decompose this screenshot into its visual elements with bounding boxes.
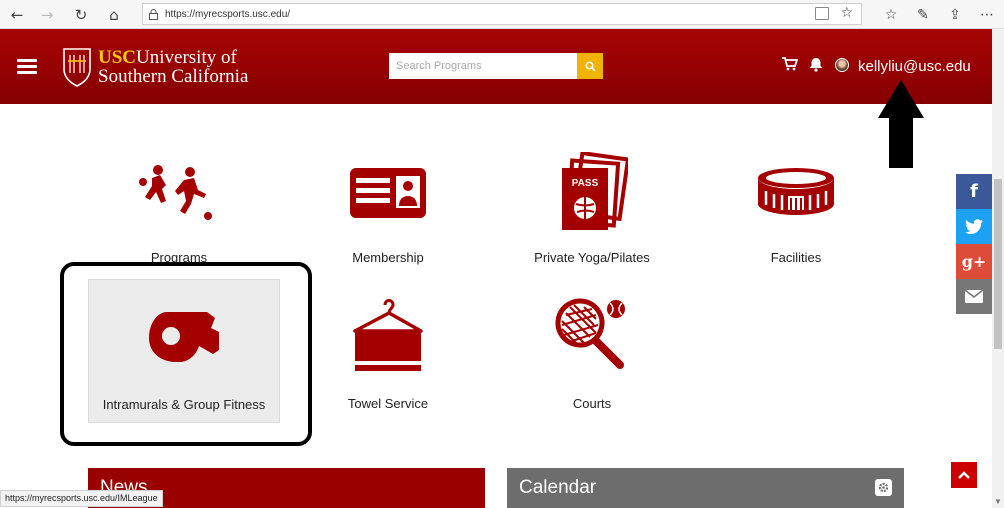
pen-notes-icon[interactable]: ✎ bbox=[912, 4, 934, 26]
tile-label: Courts bbox=[572, 396, 612, 411]
gear-icon bbox=[878, 482, 889, 493]
tennis-racket-icon bbox=[492, 297, 692, 373]
favorites-list-icon[interactable]: ☆ bbox=[880, 4, 902, 26]
search-button[interactable] bbox=[577, 53, 603, 79]
status-bar-link-preview: https://myrecsports.usc.edu/IMLeague bbox=[0, 490, 163, 507]
user-email[interactable]: kellyliu@usc.edu bbox=[858, 58, 971, 75]
tile-label: Membership bbox=[352, 250, 424, 265]
scroll-down-icon[interactable]: ▼ bbox=[994, 497, 1002, 506]
tile-label: Private Yoga/Pilates bbox=[534, 250, 650, 265]
calendar-panel: Calendar bbox=[507, 468, 904, 508]
calendar-settings-button[interactable] bbox=[875, 479, 892, 496]
tile-private-yoga-pilates[interactable]: PASS Private Yoga/Pilates bbox=[492, 150, 692, 300]
logo-line1: University of bbox=[136, 47, 237, 68]
svg-text:PASS: PASS bbox=[572, 178, 599, 189]
scroll-thumb[interactable] bbox=[994, 179, 1002, 349]
address-bar[interactable]: https://myrecsports.usc.edu/ ☆ bbox=[142, 3, 862, 25]
more-menu-icon[interactable]: ⋯ bbox=[976, 4, 998, 26]
search-input[interactable] bbox=[389, 53, 577, 79]
tile-membership[interactable]: Membership bbox=[288, 150, 488, 300]
stadium-icon bbox=[696, 164, 896, 218]
bell-icon[interactable] bbox=[809, 57, 823, 76]
browser-toolbar: ← → ↻ ⌂ https://myrecsports.usc.edu/ ☆ ☆… bbox=[0, 0, 1004, 29]
usc-logo[interactable]: USCUniversity of Southern California bbox=[62, 46, 248, 88]
home-icon[interactable]: ⌂ bbox=[103, 4, 125, 26]
google-plus-share-icon[interactable]: g+ bbox=[956, 244, 992, 279]
forward-arrow-icon[interactable]: → bbox=[36, 4, 58, 26]
search-icon bbox=[584, 60, 596, 72]
twitter-share-icon[interactable] bbox=[956, 209, 992, 244]
back-to-top-button[interactable] bbox=[951, 462, 977, 488]
annotation-highlight-frame bbox=[60, 262, 312, 446]
chevron-up-icon bbox=[958, 471, 970, 479]
page-scrollbar[interactable]: ▼ bbox=[992, 29, 1004, 508]
lock-icon bbox=[143, 4, 163, 24]
tile-towel-service[interactable]: Towel Service bbox=[288, 279, 488, 429]
back-arrow-icon[interactable]: ← bbox=[6, 4, 28, 26]
towel-hanger-icon bbox=[288, 297, 488, 375]
tile-courts[interactable]: Courts bbox=[492, 279, 692, 429]
refresh-icon[interactable]: ↻ bbox=[70, 4, 92, 26]
logo-line2: Southern California bbox=[98, 66, 249, 87]
tile-facilities[interactable]: Facilities bbox=[696, 150, 896, 300]
site-header: USCUniversity of Southern California kel… bbox=[0, 29, 992, 104]
hamburger-menu-icon[interactable] bbox=[17, 59, 37, 75]
logo-usc-text: USC bbox=[98, 47, 137, 68]
usc-shield-icon bbox=[63, 48, 91, 87]
favorite-star-icon[interactable]: ☆ bbox=[840, 5, 853, 21]
calendar-title: Calendar bbox=[519, 477, 597, 498]
annotation-arrow-icon bbox=[878, 80, 924, 168]
url-text: https://myrecsports.usc.edu/ bbox=[165, 8, 291, 20]
membership-card-icon bbox=[288, 164, 488, 220]
share-icon[interactable]: ⇪ bbox=[944, 4, 966, 26]
cart-icon[interactable] bbox=[782, 57, 799, 75]
facebook-share-icon[interactable]: f bbox=[956, 174, 992, 209]
avatar[interactable] bbox=[835, 58, 849, 72]
soccer-players-icon bbox=[79, 162, 279, 222]
reading-view-icon[interactable] bbox=[815, 7, 829, 20]
tile-label: Facilities bbox=[770, 250, 822, 265]
tile-label: Towel Service bbox=[347, 396, 429, 411]
pass-icon: PASS bbox=[492, 152, 692, 232]
email-share-icon[interactable] bbox=[956, 279, 992, 314]
